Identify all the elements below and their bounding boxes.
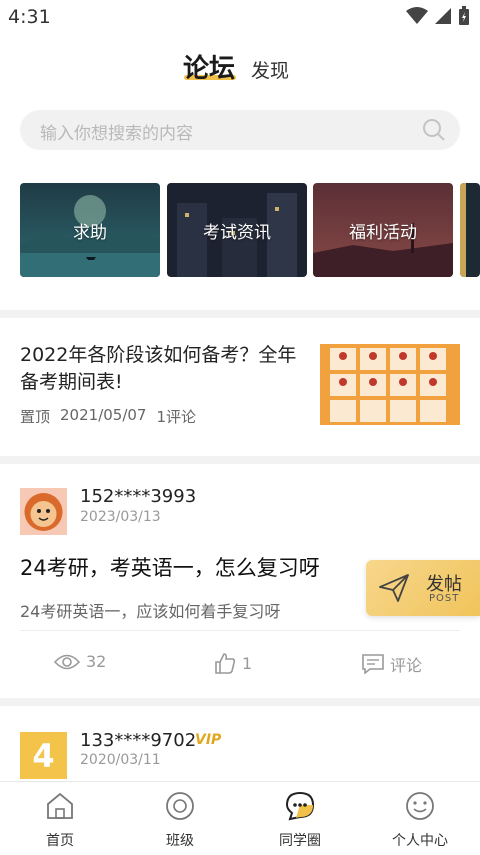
pinned-tag: 置顶 [20,408,51,426]
nav-home[interactable]: 首页 [0,782,120,855]
comment-button[interactable]: 评论 [362,652,422,676]
vip-badge: VIP [195,732,222,748]
nav-label: 班级 [166,833,194,849]
smiley-icon [406,792,434,820]
nav-label: 同学圈 [279,833,321,849]
paper-plane-icon [379,574,409,602]
category-partial[interactable] [460,183,480,277]
home-icon [47,792,73,819]
post-username: 133****9702 [80,730,197,751]
eye-icon [54,654,80,669]
section-divider [0,456,480,464]
category-label: 福利活动 [349,223,417,243]
category-label: 考试资讯 [203,223,271,243]
thumbs-up-icon [215,653,236,674]
avatar[interactable] [20,488,67,535]
avatar[interactable]: 4 [20,732,67,779]
post-date: 2020/03/11 [80,752,161,768]
like-button[interactable]: 1 [214,652,252,674]
views-action[interactable]: 32 [54,652,106,671]
post-actions: 32 1 评论 [0,652,480,676]
category-label: 求助 [73,223,107,243]
category-row: 求助 考试资讯 福利活动 [20,183,480,277]
nav-classmates[interactable]: 同学圈 [240,782,360,855]
views-count: 32 [86,652,107,671]
likes-count: 1 [242,653,253,673]
tab-forum[interactable]: 论坛 [183,48,235,85]
pinned-thumbnail [320,344,460,425]
signal-icon [435,8,451,24]
bottom-nav: 首页 班级 同学圈 个人中心 [0,781,480,855]
post-excerpt: 24考研英语一，应该如何着手复习呀 [20,602,281,621]
status-icons [406,6,470,26]
nav-label: 首页 [46,833,74,849]
search-icon[interactable] [422,118,446,142]
post-separator [20,630,460,631]
wifi-icon [406,7,428,24]
post-card[interactable]: 4 133****9702 VIP 2020/03/11 [0,706,480,782]
pinned-post-meta: 置顶 2021/05/07 1评论 [20,406,196,427]
post-date: 2023/03/13 [80,509,161,525]
post-username: 152****3993 [80,486,197,507]
nav-profile[interactable]: 个人中心 [360,782,480,855]
nav-class[interactable]: 班级 [120,782,240,855]
comment-label: 评论 [390,656,423,675]
category-benefits[interactable]: 福利活动 [313,183,453,277]
pinned-comments: 1评论 [156,408,197,426]
pinned-post[interactable]: 2022年各阶段该如何备考？全年备考期间表! 置顶 2021/05/07 1评论 [0,318,480,458]
class-icon [166,792,194,820]
status-bar: 4:31 [0,0,480,34]
pinned-date: 2021/05/07 [60,406,147,424]
status-time: 4:31 [8,6,51,28]
section-divider [0,310,480,318]
new-post-button[interactable]: 发帖 POST [366,560,480,616]
comment-icon [362,654,384,674]
category-help[interactable]: 求助 [20,183,160,277]
new-post-sublabel: POST [429,593,460,604]
battery-icon [459,6,469,25]
section-divider [0,698,480,706]
search-input[interactable]: 输入你想搜索的内容 [20,110,460,150]
partial-card-image [460,183,480,277]
post-title: 24考研，考英语一，怎么复习呀 [20,556,320,580]
chat-bubble-icon [285,791,315,821]
category-exam-news[interactable]: 考试资讯 [167,183,307,277]
avatar-text: 4 [32,737,55,775]
pinned-post-title: 2022年各阶段该如何备考？全年备考期间表! [20,344,297,393]
top-tabs: 论坛 发现 [0,42,480,88]
nav-label: 个人中心 [392,833,448,849]
search-placeholder: 输入你想搜索的内容 [40,124,193,144]
tab-discover[interactable]: 发现 [251,56,289,83]
